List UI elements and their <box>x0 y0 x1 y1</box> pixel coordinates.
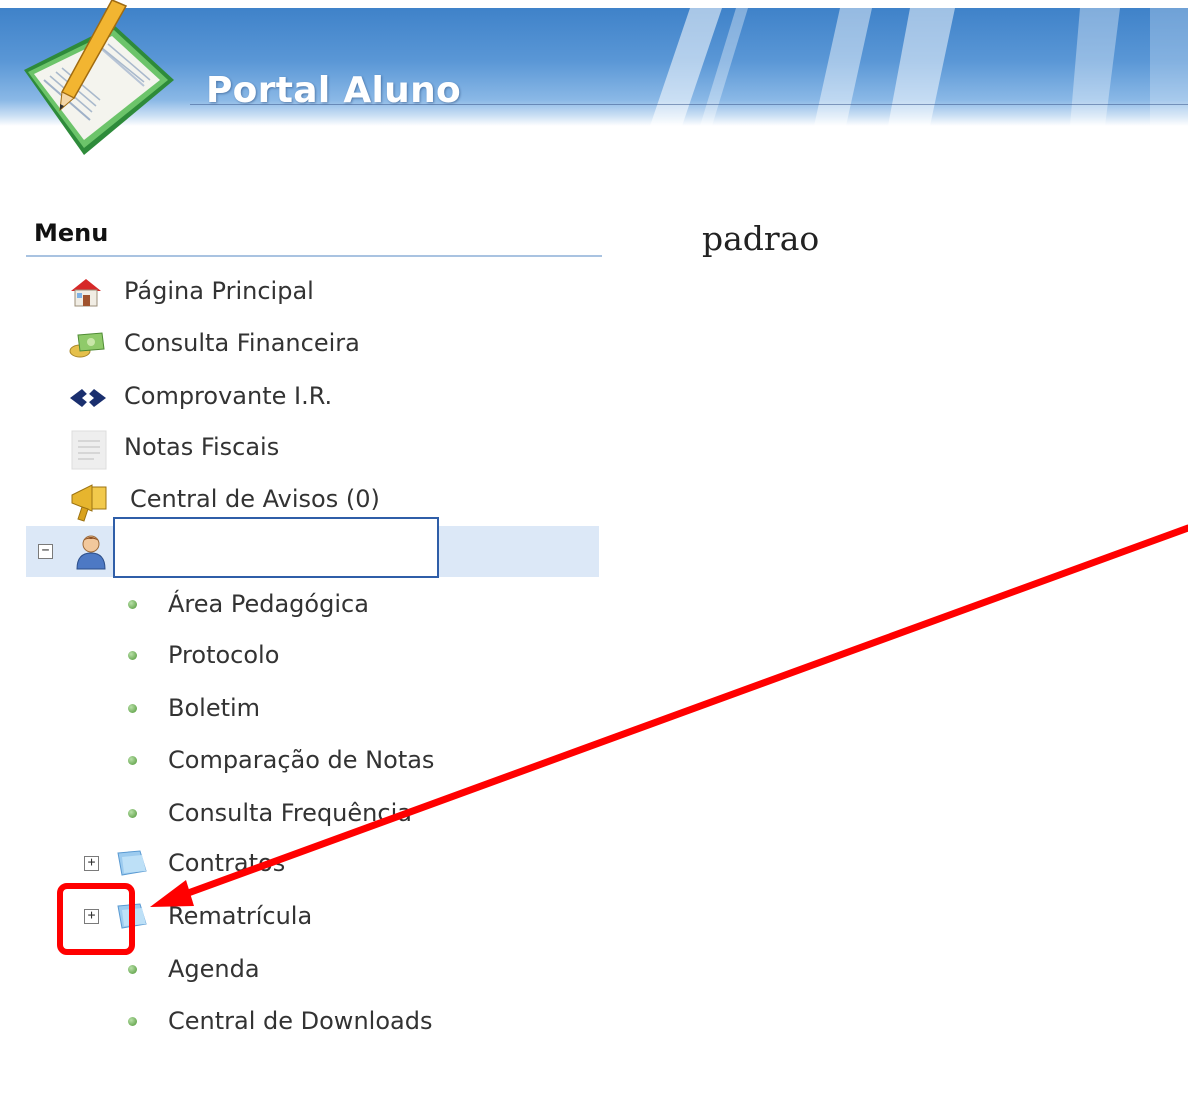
menu-item-label: Central de Downloads <box>168 1007 433 1035</box>
menu-item-label: Comprovante I.R. <box>124 382 333 410</box>
bullet-icon <box>128 965 137 974</box>
money-icon <box>69 332 105 358</box>
menu-item-notas-fiscais[interactable]: Notas Fiscais <box>66 427 366 470</box>
menu-item-label: Comparação de Notas <box>168 746 435 774</box>
folder-icon <box>117 903 147 929</box>
receita-icon <box>70 389 106 407</box>
menu-title: Menu <box>34 219 109 247</box>
collapse-icon[interactable]: − <box>38 544 53 559</box>
bullet-icon <box>128 809 137 818</box>
menu-item-agenda[interactable]: Agenda <box>128 949 448 989</box>
menu-item-contratos[interactable]: + Contratos <box>80 843 380 883</box>
content-text: padrao <box>702 219 820 258</box>
house-icon <box>71 279 101 307</box>
menu-item-boletim[interactable]: Boletim <box>128 688 448 728</box>
menu-item-label: Notas Fiscais <box>124 433 280 461</box>
header-banner: Portal Aluno <box>0 0 1188 170</box>
menu-item-label: Consulta Frequência <box>168 799 412 827</box>
menu-divider <box>26 255 602 257</box>
menu-item-label: Consulta Financeira <box>124 329 360 357</box>
menu-item-label: Contratos <box>168 849 286 877</box>
menu-item-comprovante-ir[interactable]: Comprovante I.R. <box>66 376 386 416</box>
book-pencil-logo-icon <box>24 0 174 155</box>
user-name-field[interactable] <box>113 517 439 578</box>
menu-item-label: Boletim <box>168 694 261 722</box>
bullet-icon <box>128 600 137 609</box>
user-icon <box>76 535 106 570</box>
menu-item-consulta-financeira[interactable]: Consulta Financeira <box>66 323 406 363</box>
megaphone-icon <box>71 484 107 522</box>
menu-item-consulta-frequencia[interactable]: Consulta Frequência <box>128 793 508 833</box>
bullet-icon <box>128 1017 137 1026</box>
menu-item-area-pedagogica[interactable]: Área Pedagógica <box>128 584 448 624</box>
menu-item-comparacao-de-notas[interactable]: Comparação de Notas <box>128 740 508 780</box>
menu-item-protocolo[interactable]: Protocolo <box>128 635 448 675</box>
expand-icon[interactable]: + <box>84 909 99 924</box>
menu-item-label: Rematrícula <box>168 902 313 930</box>
menu-item-rematricula[interactable]: + Rematrícula <box>80 896 380 936</box>
menu-item-pagina-principal[interactable]: Página Principal <box>66 271 366 311</box>
menu-item-label: Área Pedagógica <box>168 590 369 618</box>
menu-item-label: Central de Avisos (0) <box>130 485 380 513</box>
menu-item-label: Agenda <box>168 955 260 983</box>
bullet-icon <box>128 756 137 765</box>
menu-item-label: Página Principal <box>124 277 314 305</box>
folder-icon <box>117 850 147 876</box>
portal-title: Portal Aluno <box>206 70 462 111</box>
bullet-icon <box>128 704 137 713</box>
menu-item-central-de-avisos[interactable]: Central de Avisos (0) <box>66 479 426 522</box>
document-icon <box>71 430 107 470</box>
expand-icon[interactable]: + <box>84 856 99 871</box>
menu-item-label: Protocolo <box>168 641 280 669</box>
menu-item-central-de-downloads[interactable]: Central de Downloads <box>128 1001 508 1041</box>
bullet-icon <box>128 651 137 660</box>
